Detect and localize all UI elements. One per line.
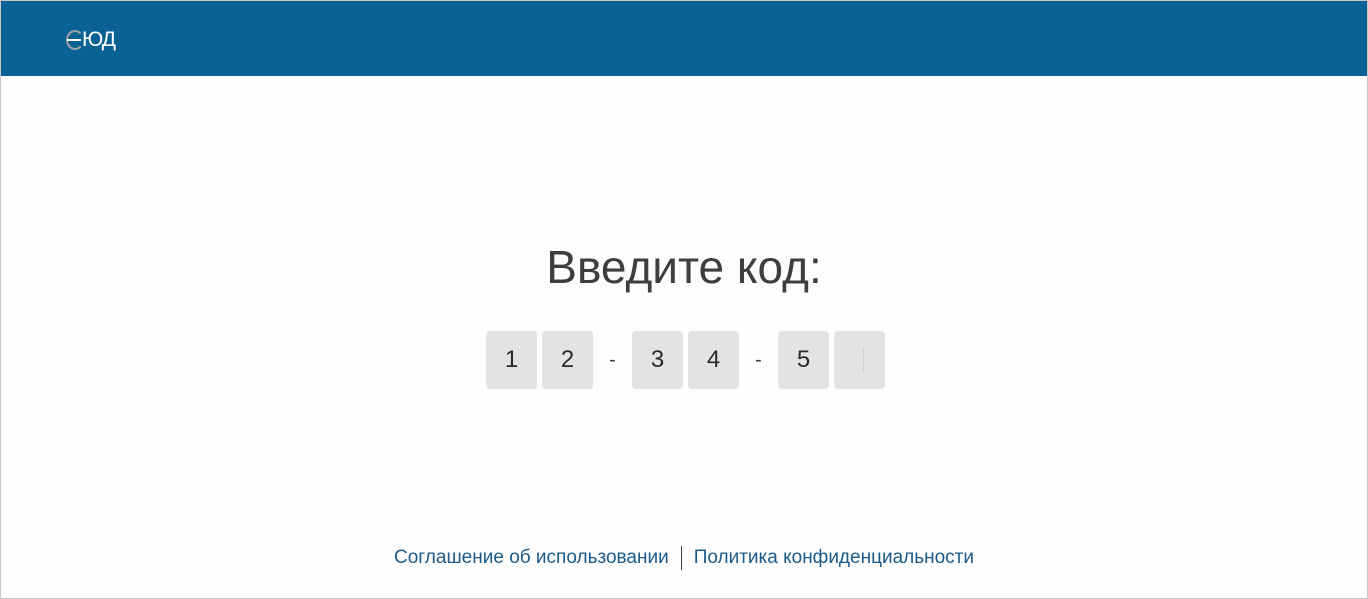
header-bar: ЮД <box>1 1 1367 76</box>
code-digit-4[interactable]: 4 <box>688 331 739 389</box>
logo[interactable]: ЮД <box>65 26 135 54</box>
page-title: Введите код: <box>546 241 822 293</box>
code-digit-1[interactable]: 1 <box>486 331 537 389</box>
code-digit-6[interactable] <box>834 331 885 389</box>
privacy-policy-link[interactable]: Политика конфиденциальности <box>694 545 974 571</box>
code-digit-2[interactable]: 2 <box>542 331 593 389</box>
footer-links: Соглашение об использовании Политика кон… <box>1 545 1367 571</box>
logo-text: ЮД <box>82 28 116 51</box>
code-input-group: 1 2 - 3 4 - 5 <box>486 331 885 389</box>
code-digit-5[interactable]: 5 <box>778 331 829 389</box>
page-frame: ЮД Введите код: 1 2 - 3 4 - 5 Соглашение… <box>0 0 1368 599</box>
code-separator: - <box>609 348 616 371</box>
logo-e-icon <box>65 28 85 52</box>
footer-divider <box>680 546 682 570</box>
terms-of-use-link[interactable]: Соглашение об использовании <box>394 545 669 571</box>
text-caret <box>863 347 864 373</box>
code-separator: - <box>755 348 762 371</box>
code-digit-3[interactable]: 3 <box>632 331 683 389</box>
